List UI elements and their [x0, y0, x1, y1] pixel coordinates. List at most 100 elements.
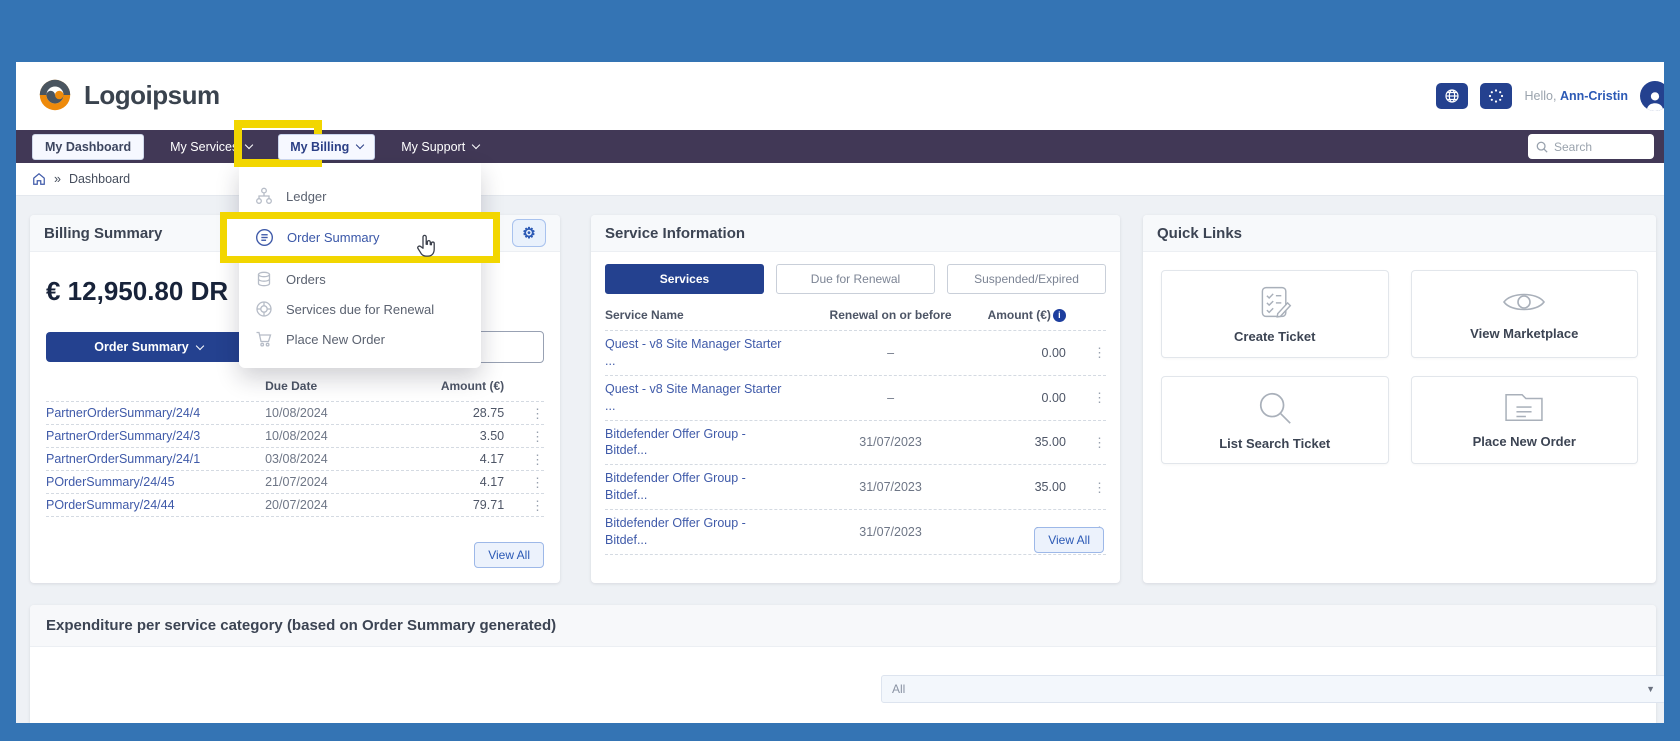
chevron-down-icon — [245, 141, 253, 149]
billing-summary-title: Billing Summary — [44, 225, 162, 242]
kebab-menu-icon[interactable]: ⋮ — [504, 430, 544, 443]
kebab-menu-icon[interactable]: ⋮ — [504, 407, 544, 420]
app-header: Logoipsum — [16, 62, 1664, 130]
billing-table-header: Due Date Amount (€) — [46, 375, 544, 402]
nav-item-my-billing[interactable]: My Billing — [278, 134, 375, 160]
gear-icon: ⚙ — [522, 226, 535, 241]
quick-link-create-ticket[interactable]: Create Ticket — [1161, 270, 1389, 358]
search-icon — [1536, 141, 1548, 153]
service-link[interactable]: Bitdefender Offer Group -Bitdef... — [605, 426, 815, 460]
table-row: PartnerOrderSummary/24/4 10/08/2024 28.7… — [46, 402, 544, 425]
menu-item-place-new-order[interactable]: Place New Order — [239, 324, 481, 354]
order-summary-link[interactable]: PartnerOrderSummary/24/3 — [46, 429, 265, 443]
chevron-down-icon — [472, 141, 480, 149]
table-row: POrderSummary/24/44 20/07/2024 79.71 ⋮ — [46, 494, 544, 517]
quick-link-list-search-ticket[interactable]: List Search Ticket — [1161, 376, 1389, 464]
brand: Logoipsum — [36, 76, 220, 114]
user-name: Ann-Cristin — [1560, 89, 1628, 103]
service-view-all-button[interactable]: View All — [1034, 527, 1104, 553]
kebab-menu-icon[interactable]: ⋮ — [1066, 391, 1106, 404]
greeting: Hello, Ann-Cristin — [1524, 89, 1628, 103]
quick-links-panel: Quick Links Create Ticket — [1143, 215, 1656, 583]
menu-item-orders[interactable]: Orders — [239, 264, 481, 294]
app-window: Logoipsum — [16, 62, 1664, 723]
brand-logo-icon — [36, 76, 74, 114]
chevron-down-icon — [195, 341, 203, 349]
kebab-menu-icon[interactable]: ⋮ — [504, 476, 544, 489]
globe-icon — [1444, 88, 1460, 104]
menu-item-ledger[interactable]: Ledger — [239, 181, 481, 211]
info-icon[interactable]: i — [1053, 309, 1066, 322]
col-amount: Amount (€) — [988, 308, 1051, 322]
order-summary-dropdown-button[interactable]: Order Summary — [46, 332, 251, 362]
sitemap-icon — [255, 187, 273, 205]
category-filter-select[interactable]: All ▼ — [881, 675, 1664, 703]
table-row: Quest - v8 Site Manager Starter... – 0.0… — [605, 331, 1106, 376]
service-link[interactable]: Quest - v8 Site Manager Starter... — [605, 336, 815, 370]
billing-settings-button[interactable]: ⚙ — [512, 219, 546, 247]
folder-icon — [1503, 391, 1545, 425]
eye-icon — [1502, 287, 1546, 317]
table-row: PartnerOrderSummary/24/3 10/08/2024 3.50… — [46, 425, 544, 448]
dropdown-caret-icon: ▼ — [1646, 684, 1655, 694]
breadcrumb-separator: » — [54, 172, 61, 186]
table-row: Bitdefender Offer Group -Bitdef... 31/07… — [605, 465, 1106, 510]
order-summary-link[interactable]: PartnerOrderSummary/24/4 — [46, 406, 265, 420]
order-summary-link[interactable]: PartnerOrderSummary/24/1 — [46, 452, 265, 466]
quick-link-place-new-order[interactable]: Place New Order — [1411, 376, 1639, 464]
search-box[interactable] — [1528, 134, 1654, 159]
quick-links-title: Quick Links — [1157, 225, 1242, 242]
renewal-icon — [255, 300, 273, 318]
menu-item-order-summary[interactable]: Order Summary — [227, 219, 493, 256]
chevron-down-icon — [356, 141, 364, 149]
eu-flag-button[interactable] — [1480, 83, 1512, 109]
avatar[interactable] — [1640, 81, 1664, 111]
search-input[interactable] — [1554, 140, 1646, 154]
col-renewal: Renewal on or before — [815, 308, 965, 322]
kebab-menu-icon[interactable]: ⋮ — [1066, 346, 1106, 359]
tab-services[interactable]: Services — [605, 264, 764, 294]
table-row: Bitdefender Offer Group -Bitdef... 31/07… — [605, 510, 1106, 555]
quick-link-view-marketplace[interactable]: View Marketplace — [1411, 270, 1639, 358]
col-service-name: Service Name — [605, 308, 815, 322]
kebab-menu-icon[interactable]: ⋮ — [504, 499, 544, 512]
service-link[interactable]: Bitdefender Offer Group -Bitdef... — [605, 515, 815, 549]
breadcrumb-current: Dashboard — [69, 172, 130, 186]
tab-suspended-expired[interactable]: Suspended/Expired — [947, 264, 1106, 294]
create-ticket-icon — [1255, 284, 1295, 320]
col-due-date: Due Date — [265, 379, 404, 393]
my-billing-dropdown-menu: Ledger Order Summary Orders — [239, 163, 481, 368]
expenditure-title: Expenditure per service category (based … — [46, 617, 556, 634]
table-row: POrderSummary/24/45 21/07/2024 4.17 ⋮ — [46, 471, 544, 494]
table-row: Quest - v8 Site Manager Starter... – 0.0… — [605, 376, 1106, 421]
brand-name: Logoipsum — [84, 80, 220, 111]
order-summary-link[interactable]: POrderSummary/24/45 — [46, 475, 265, 489]
order-summary-link[interactable]: POrderSummary/24/44 — [46, 498, 265, 512]
nav-item-my-dashboard[interactable]: My Dashboard — [32, 134, 144, 160]
tab-due-for-renewal[interactable]: Due for Renewal — [776, 264, 935, 294]
nav-item-my-services[interactable]: My Services — [170, 140, 252, 154]
kebab-menu-icon[interactable]: ⋮ — [504, 453, 544, 466]
table-row: PartnerOrderSummary/24/1 03/08/2024 4.17… — [46, 448, 544, 471]
menu-item-services-due-for-renewal[interactable]: Services due for Renewal — [239, 294, 481, 324]
orders-icon — [255, 270, 273, 288]
cart-icon — [255, 330, 273, 348]
kebab-menu-icon[interactable]: ⋮ — [1066, 481, 1106, 494]
col-amount: Amount (€) — [405, 379, 505, 393]
eu-flag-icon — [1487, 88, 1505, 104]
expenditure-panel: Expenditure per service category (based … — [30, 605, 1656, 723]
main-nav: My Dashboard My Services My Billing My S… — [16, 130, 1664, 163]
service-table-header: Service Name Renewal on or before Amount… — [605, 304, 1106, 331]
kebab-menu-icon[interactable]: ⋮ — [1066, 436, 1106, 449]
list-circle-icon — [255, 228, 274, 247]
language-button[interactable] — [1436, 83, 1468, 109]
nav-item-my-support[interactable]: My Support — [401, 140, 479, 154]
service-link[interactable]: Quest - v8 Site Manager Starter... — [605, 381, 815, 415]
search-icon — [1256, 389, 1294, 427]
home-icon[interactable] — [32, 172, 46, 186]
service-link[interactable]: Bitdefender Offer Group -Bitdef... — [605, 470, 815, 504]
service-information-title: Service Information — [605, 225, 745, 242]
table-row: Bitdefender Offer Group -Bitdef... 31/07… — [605, 421, 1106, 466]
service-information-panel: Service Information Services Due for Ren… — [591, 215, 1120, 583]
billing-view-all-button[interactable]: View All — [474, 542, 544, 568]
